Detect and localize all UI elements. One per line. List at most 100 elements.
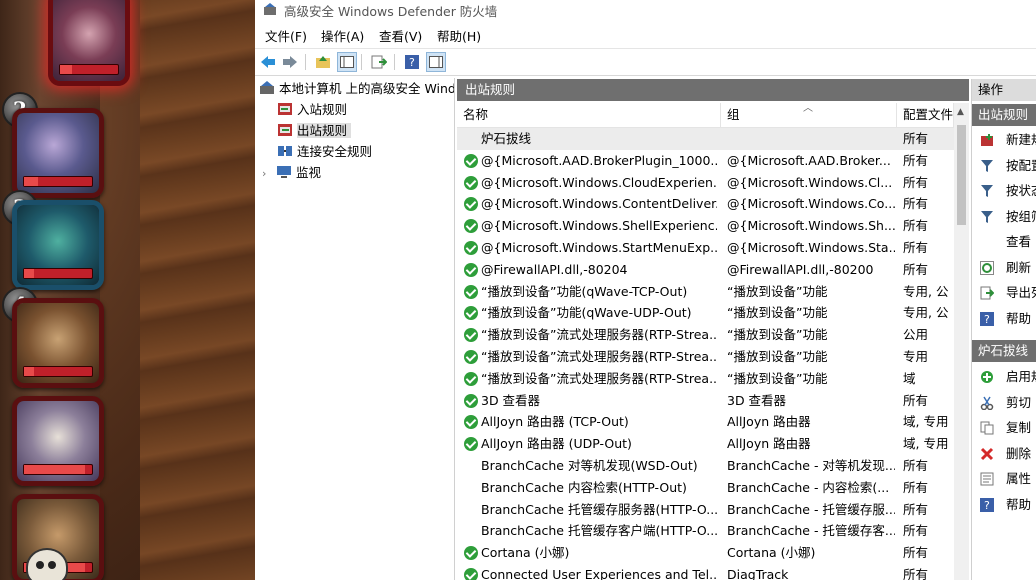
tree-item-inbound-rules[interactable]: 入站规则	[277, 100, 347, 120]
tree-item-monitoring[interactable]: › 监视	[262, 163, 321, 183]
action-item[interactable]: 复制	[972, 417, 1036, 439]
hero-card-1[interactable]	[48, 0, 130, 86]
export-list-button[interactable]	[369, 52, 389, 72]
inbound-rules-icon	[278, 103, 292, 115]
properties-icon	[980, 472, 994, 486]
table-row[interactable]: Cortana (小娜) Cortana (小娜) 所有	[457, 542, 954, 564]
table-row[interactable]: “播放到设备”功能(qWave-TCP-Out) “播放到设备”功能 专用, 公	[457, 281, 954, 303]
action-item[interactable]: 剪切	[972, 392, 1036, 414]
tree-item-outbound-rules[interactable]: 出站规则	[277, 121, 352, 141]
menu-help[interactable]: 帮助(H)	[437, 26, 481, 45]
action-item[interactable]: 刷新	[972, 257, 1036, 279]
table-row[interactable]: @{Microsoft.Windows.StartMenuExp... @{Mic…	[457, 237, 954, 259]
show-hide-action-pane-button[interactable]	[426, 52, 446, 72]
table-row[interactable]: “播放到设备”流式处理服务器(RTP-Strea... “播放到设备”功能 专用	[457, 346, 954, 368]
action-item[interactable]: 属性	[972, 468, 1036, 490]
column-headers: 名称 组 配置文件 ︿	[457, 103, 954, 128]
action-item[interactable]: 新建规则...	[972, 129, 1036, 151]
table-row[interactable]: “播放到设备”流式处理服务器(RTP-Strea... “播放到设备”功能 域	[457, 368, 954, 390]
rule-profile-cell: 所有	[903, 545, 929, 561]
health-bar-fill	[24, 269, 35, 278]
rule-group-cell: Cortana (小娜)	[727, 545, 816, 561]
action-item-label: 属性	[1006, 471, 1032, 486]
toolbar-separator	[305, 54, 306, 70]
table-row[interactable]: @{Microsoft.Windows.ShellExperienc... @{M…	[457, 215, 954, 237]
action-item[interactable]: 启用规则	[972, 366, 1036, 388]
hero-card-4[interactable]	[12, 298, 104, 388]
action-item[interactable]: 删除	[972, 443, 1036, 465]
action-item[interactable]: 查看	[972, 231, 1036, 253]
enabled-check-icon	[464, 241, 478, 255]
menu-file[interactable]: 文件(F)	[265, 26, 307, 45]
tree-item-connection-security-rules[interactable]: 连接安全规则	[277, 142, 372, 162]
back-button[interactable]	[258, 52, 278, 72]
action-item[interactable]: 导出列表...	[972, 282, 1036, 304]
rule-name-cell: BranchCache 托管缓存客户端(HTTP-O...	[481, 523, 717, 539]
monitor-icon	[277, 166, 291, 178]
hero-card-3[interactable]	[12, 200, 104, 290]
up-one-level-button[interactable]	[313, 52, 333, 72]
rule-profile-cell: 所有	[903, 261, 929, 277]
menu-view[interactable]: 查看(V)	[379, 26, 422, 45]
rule-group-cell: DiagTrack	[727, 567, 789, 580]
table-row[interactable]: BranchCache 对等机发现(WSD-Out) BranchCache - …	[457, 455, 954, 477]
table-row[interactable]: AllJoyn 路由器 (TCP-Out) AllJoyn 路由器 域, 专用	[457, 411, 954, 433]
table-row[interactable]: AllJoyn 路由器 (UDP-Out) AllJoyn 路由器 域, 专用	[457, 433, 954, 455]
firewall-app-icon	[264, 3, 276, 15]
scrollbar-thumb[interactable]	[957, 125, 966, 225]
action-item-label: 复制	[1006, 420, 1032, 435]
table-row[interactable]: BranchCache 内容检索(HTTP-Out) BranchCache - …	[457, 477, 954, 499]
action-item-label: 导出列表...	[1006, 285, 1036, 300]
action-item[interactable]: ? 帮助	[972, 494, 1036, 516]
table-row[interactable]: @{Microsoft.Windows.CloudExperien... @{Mi…	[457, 172, 954, 194]
forward-button[interactable]	[280, 52, 300, 72]
hero-card-2[interactable]	[12, 108, 104, 198]
rule-profile-cell: 所有	[903, 479, 929, 495]
help-button[interactable]: ?	[402, 52, 422, 72]
enabled-check-icon	[464, 415, 478, 430]
rule-profile-cell: 域	[903, 370, 916, 386]
copy-icon	[980, 421, 994, 435]
refresh-icon	[980, 260, 994, 275]
enabled-check-icon	[464, 437, 478, 452]
scroll-up-icon[interactable]: ▲	[957, 107, 964, 117]
hero-card-5[interactable]	[12, 396, 104, 486]
actions-section-outbound-rules[interactable]: 出站规则	[972, 104, 1036, 126]
table-row[interactable]: BranchCache 托管缓存客户端(HTTP-O... BranchCache…	[457, 520, 954, 542]
table-row[interactable]: @{Microsoft.Windows.ContentDeliver... @{M…	[457, 193, 954, 215]
rules-list-pane: 出站规则 名称 组 配置文件 ︿ 炉石拔线 所有 @{Microsoft.AAD.B…	[457, 79, 969, 580]
rule-group-cell: BranchCache - 内容检索(...	[727, 479, 890, 495]
table-row[interactable]: Connected User Experiences and Tel... Dia…	[457, 564, 954, 580]
column-header-name[interactable]: 名称	[457, 103, 721, 127]
tree-root[interactable]: 本地计算机 上的高级安全 Windows Defender 防火墙	[259, 79, 454, 99]
table-row[interactable]: @FirewallAPI.dll,-80204 @FirewallAPI.dll,…	[457, 259, 954, 281]
action-item[interactable]: 按状态筛选	[972, 180, 1036, 202]
menu-action[interactable]: 操作(A)	[321, 26, 364, 45]
column-header-profile[interactable]: 配置文件	[897, 103, 954, 127]
table-row[interactable]: BranchCache 托管缓存服务器(HTTP-O... BranchCache…	[457, 499, 954, 521]
table-row[interactable]: @{Microsoft.AAD.BrokerPlugin_1000.... @{M…	[457, 150, 954, 172]
actions-section-selected-rule[interactable]: 炉石拔线	[972, 340, 1036, 362]
console-tree: 本地计算机 上的高级安全 Windows Defender 防火墙 入站规则 出…	[255, 78, 455, 580]
expand-chevron-icon[interactable]: ›	[262, 164, 276, 184]
sort-ascending-icon: ︿	[803, 103, 813, 114]
table-row[interactable]: “播放到设备”功能(qWave-UDP-Out) “播放到设备”功能 专用, 公	[457, 302, 954, 324]
rule-group-cell: 3D 查看器	[727, 392, 787, 408]
enabled-check-icon	[464, 350, 478, 364]
enabled-check-icon	[464, 284, 478, 299]
game-background: 2 3 4	[0, 0, 255, 580]
action-item[interactable]: 按配置文件筛选	[972, 155, 1036, 177]
action-item[interactable]: 按组筛选	[972, 206, 1036, 228]
show-hide-tree-button[interactable]	[337, 52, 357, 72]
rule-profile-cell: 所有	[903, 152, 929, 168]
action-item[interactable]: ? 帮助	[972, 308, 1036, 330]
rule-profile-cell: 所有	[903, 174, 929, 190]
vertical-scrollbar[interactable]: ▲	[954, 103, 969, 580]
rule-group-cell: BranchCache - 托管缓存客...	[727, 523, 895, 539]
rule-name-cell: BranchCache 对等机发现(WSD-Out)	[481, 458, 698, 473]
table-row[interactable]: 3D 查看器 3D 查看器 所有	[457, 390, 954, 412]
rule-profile-cell: 公用	[903, 327, 929, 343]
table-row[interactable]: “播放到设备”流式处理服务器(RTP-Strea... “播放到设备”功能 公用	[457, 324, 954, 346]
group-header-row[interactable]: 炉石拔线 所有	[457, 128, 954, 150]
rule-profile-cell: 专用, 公	[903, 283, 949, 299]
